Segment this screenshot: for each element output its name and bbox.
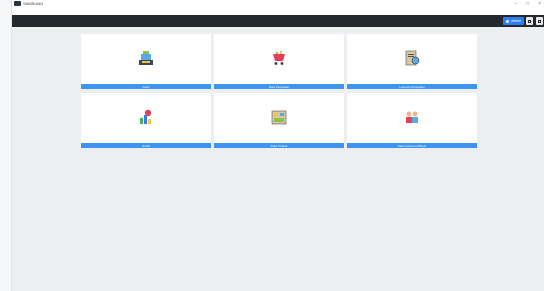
tile-label: Data Penjualan [214,84,344,89]
close-icon[interactable]: × [538,1,541,7]
exit-icon [538,19,541,23]
tile-kasir[interactable]: Kasir [81,34,211,89]
maximize-icon[interactable]: □ [526,1,529,7]
tile-label: Grafik [81,143,211,148]
tile-label: Kasir [81,84,211,89]
app-logo-icon [14,1,21,6]
tile-label: Data Produk [214,143,344,148]
logout-button[interactable] [536,17,543,25]
tile-label: Data Customer/Buyer [347,143,477,148]
top-navbar: Admin [12,15,544,27]
window-icon [528,19,531,23]
tile-grafik[interactable]: Grafik [81,93,211,148]
tile-data-customer[interactable]: Data Customer/Buyer [347,93,477,148]
user-menu-button[interactable]: Admin [503,17,524,25]
chart-analytics-icon [140,109,152,124]
shopping-cart-icon [273,51,285,65]
tile-label: Laporan Penjualan [347,84,477,89]
product-shelf-icon [271,110,287,125]
user-button-label: Admin [511,19,521,23]
customers-icon [406,111,418,123]
left-edge-strip [0,0,12,291]
tile-data-produk[interactable]: Data Produk [214,93,344,148]
settings-button[interactable] [526,17,533,25]
app-title: SAMSUNG [14,1,43,6]
cashier-register-icon [139,51,153,65]
tile-data-penjualan[interactable]: Data Penjualan [214,34,344,89]
user-icon [506,19,510,23]
window-controls: – □ × [514,1,541,7]
tile-laporan-penjualan[interactable]: Laporan Penjualan [347,34,477,89]
minimize-icon[interactable]: – [514,1,517,7]
window-titlebar: SAMSUNG – □ × [12,0,544,15]
sales-report-icon [405,50,420,66]
app-title-text: SAMSUNG [23,1,44,6]
